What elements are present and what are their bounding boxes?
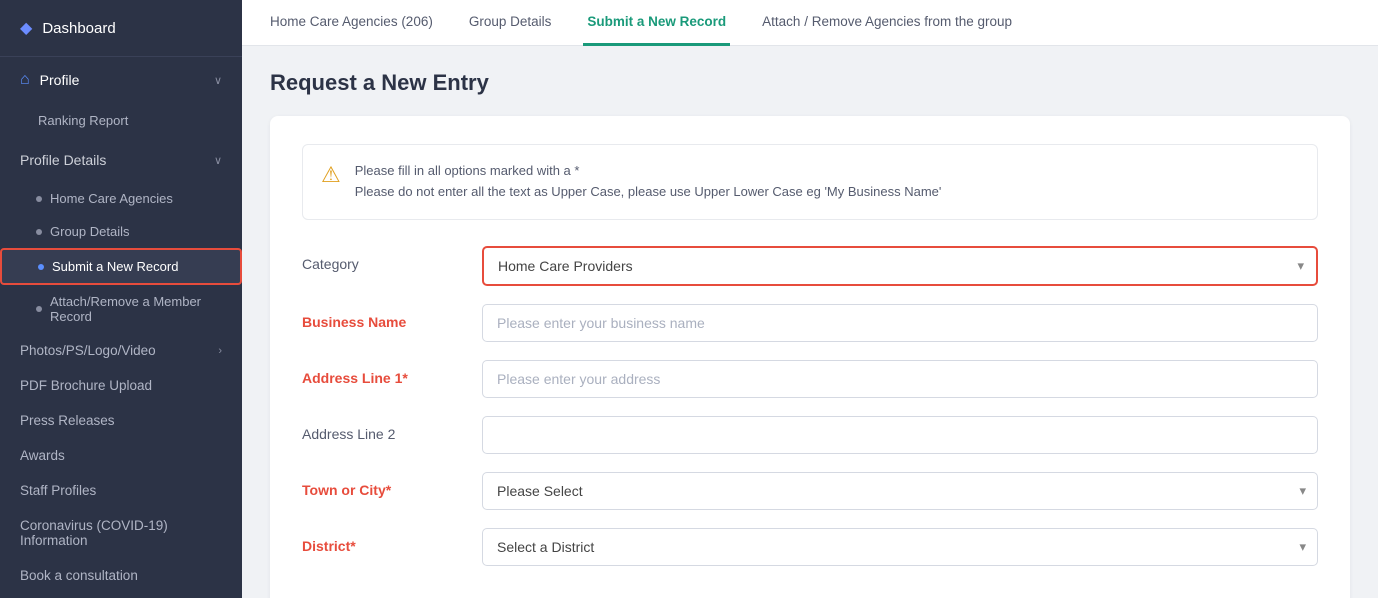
form-row-town: Town or City* Please Select — [302, 472, 1318, 510]
address1-control — [482, 360, 1318, 398]
dashboard-label: Dashboard — [42, 20, 115, 37]
info-line1: Please fill in all options marked with a… — [355, 161, 942, 182]
sidebar-item-photos[interactable]: Photos/PS/Logo/Video › — [0, 333, 242, 368]
form-card: ⚠ Please fill in all options marked with… — [270, 116, 1350, 598]
sidebar-sub-submit-new-record[interactable]: Submit a New Record — [0, 248, 242, 285]
address2-input[interactable] — [482, 416, 1318, 454]
tab-group-details[interactable]: Group Details — [465, 0, 556, 46]
sidebar-item-profile-details[interactable]: Profile Details ∨ — [0, 138, 242, 182]
business-name-control — [482, 304, 1318, 342]
info-text: Please fill in all options marked with a… — [355, 161, 942, 203]
page-content: Request a New Entry ⚠ Please fill in all… — [242, 46, 1378, 598]
profile-details-label: Profile Details — [20, 152, 106, 168]
sidebar-item-profile[interactable]: ⌂ Profile ∨ — [0, 57, 242, 103]
warning-icon: ⚠ — [321, 162, 341, 188]
sidebar-item-ranking[interactable]: Ranking Report — [0, 103, 242, 138]
form-row-address2: Address Line 2 — [302, 416, 1318, 454]
ranking-label: Ranking Report — [38, 113, 128, 128]
awards-label: Awards — [20, 448, 65, 463]
town-label: Town or City* — [302, 472, 462, 498]
chevron-down-icon: ∨ — [214, 74, 222, 87]
category-label: Category — [302, 246, 462, 272]
category-select[interactable]: Home Care Providers Home Care Agencies O… — [484, 248, 1316, 284]
sidebar-item-awards[interactable]: Awards — [0, 438, 242, 473]
address1-input[interactable] — [482, 360, 1318, 398]
dot-icon-4 — [36, 306, 42, 312]
form-row-district: District* Select a District — [302, 528, 1318, 566]
address2-label: Address Line 2 — [302, 416, 462, 442]
tab-home-care-agencies[interactable]: Home Care Agencies (206) — [266, 0, 437, 46]
sub-label-group-details: Group Details — [50, 224, 129, 239]
home-icon: ⌂ — [20, 71, 30, 89]
profile-label: Profile — [40, 72, 80, 88]
form-row-address1: Address Line 1* — [302, 360, 1318, 398]
district-control: Select a District — [482, 528, 1318, 566]
info-line2: Please do not enter all the text as Uppe… — [355, 182, 942, 203]
town-select[interactable]: Please Select — [482, 472, 1318, 510]
sidebar-item-covid[interactable]: Coronavirus (COVID-19) Information — [0, 508, 242, 558]
form-row-category: Category Home Care Providers Home Care A… — [302, 246, 1318, 286]
tabs-bar: Home Care Agencies (206) Group Details S… — [242, 0, 1378, 46]
sub-label-home-care: Home Care Agencies — [50, 191, 173, 206]
sidebar-item-staff[interactable]: Staff Profiles — [0, 473, 242, 508]
sidebar-item-pdf[interactable]: PDF Brochure Upload — [0, 368, 242, 403]
sidebar-sub-group-details[interactable]: Group Details — [0, 215, 242, 248]
book-label: Book a consultation — [20, 568, 138, 583]
page-title: Request a New Entry — [270, 70, 1350, 96]
dot-icon — [36, 196, 42, 202]
town-control: Please Select — [482, 472, 1318, 510]
category-select-wrapper: Home Care Providers Home Care Agencies O… — [482, 246, 1318, 286]
pdf-label: PDF Brochure Upload — [20, 378, 152, 393]
press-label: Press Releases — [20, 413, 115, 428]
tab-attach-remove[interactable]: Attach / Remove Agencies from the group — [758, 0, 1016, 46]
district-select-wrapper: Select a District — [482, 528, 1318, 566]
sidebar-sub-home-care-agencies[interactable]: Home Care Agencies — [0, 182, 242, 215]
district-label: District* — [302, 528, 462, 554]
diamond-icon: ◆ — [20, 18, 32, 38]
photos-label: Photos/PS/Logo/Video — [20, 343, 156, 358]
sub-label-attach-remove: Attach/Remove a Member Record — [50, 294, 222, 324]
sub-label-submit-new-record: Submit a New Record — [52, 259, 178, 274]
chevron-down-icon-2: ∨ — [214, 154, 222, 167]
business-name-input[interactable] — [482, 304, 1318, 342]
staff-label: Staff Profiles — [20, 483, 96, 498]
sidebar-item-book[interactable]: Book a consultation — [0, 558, 242, 593]
sidebar-sub-attach-remove[interactable]: Attach/Remove a Member Record — [0, 285, 242, 333]
covid-label: Coronavirus (COVID-19) Information — [20, 518, 222, 548]
dot-icon-2 — [36, 229, 42, 235]
sidebar: ◆ Dashboard ⌂ Profile ∨ Ranking Report P… — [0, 0, 242, 598]
form-row-business-name: Business Name — [302, 304, 1318, 342]
info-box: ⚠ Please fill in all options marked with… — [302, 144, 1318, 220]
address2-control — [482, 416, 1318, 454]
tab-submit-new-record[interactable]: Submit a New Record — [583, 0, 730, 46]
category-control: Home Care Providers Home Care Agencies O… — [482, 246, 1318, 286]
district-select[interactable]: Select a District — [482, 528, 1318, 566]
address1-label: Address Line 1* — [302, 360, 462, 386]
sidebar-dashboard[interactable]: ◆ Dashboard — [0, 0, 242, 57]
dot-icon-3 — [38, 264, 44, 270]
main-content: Home Care Agencies (206) Group Details S… — [242, 0, 1378, 598]
sidebar-item-press[interactable]: Press Releases — [0, 403, 242, 438]
town-select-wrapper: Please Select — [482, 472, 1318, 510]
arrow-right-icon: › — [218, 345, 222, 357]
business-name-label: Business Name — [302, 304, 462, 330]
